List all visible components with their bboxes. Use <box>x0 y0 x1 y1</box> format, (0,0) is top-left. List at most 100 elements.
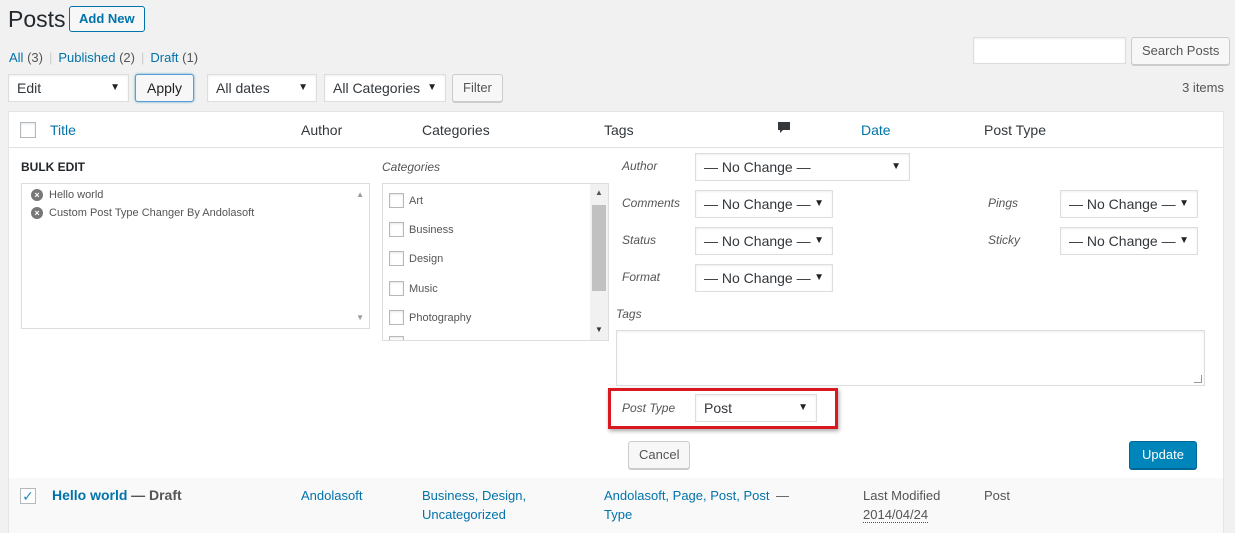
category-label: Business <box>409 223 454 236</box>
bulk-action-select[interactable]: Edit ▼ <box>8 74 129 102</box>
apply-button[interactable]: Apply <box>135 74 195 102</box>
comments-label: Comments <box>622 196 681 210</box>
comment-bubble-icon[interactable] <box>777 121 791 138</box>
categories-checklist: Art Business Design Music Photography ▲ … <box>382 183 609 341</box>
dates-filter-value: All dates <box>216 80 270 96</box>
category-checkbox[interactable] <box>389 281 404 296</box>
post-tags-cell: Andolasoft, Page, Post, Post Type <box>604 486 770 524</box>
column-date[interactable]: Date <box>861 122 891 138</box>
filter-draft-link[interactable]: Draft <box>150 50 178 65</box>
filter-published-link[interactable]: Published <box>58 50 115 65</box>
search-posts-button[interactable]: Search Posts <box>1131 37 1231 65</box>
pings-label: Pings <box>988 196 1019 210</box>
bulk-edit-panel: BULK EDIT × Hello world × Custom Post Ty… <box>9 148 1223 478</box>
post-type-value: Post <box>984 488 1011 503</box>
post-tags-line[interactable]: Andolasoft, Page, Post, Post <box>604 486 770 505</box>
bulk-titles-list: × Hello world × Custom Post Type Changer… <box>21 183 370 329</box>
post-categories-line[interactable]: Business, Design, <box>422 486 526 505</box>
format-select-value: — No Change — <box>704 270 811 286</box>
post-comments: — <box>776 488 789 503</box>
update-button[interactable]: Update <box>1129 441 1197 469</box>
status-filter-links: All (3) | Published (2) | Draft (1) <box>9 50 198 65</box>
category-label: Photography <box>409 311 472 324</box>
category-checkbox[interactable] <box>389 336 404 340</box>
category-item[interactable]: Design <box>389 251 443 266</box>
dropdown-arrow-icon: ▼ <box>814 235 824 246</box>
remove-icon[interactable]: × <box>31 189 43 201</box>
comments-select-value: — No Change — <box>704 196 811 212</box>
category-item[interactable]: Business <box>389 222 454 237</box>
dropdown-arrow-icon: ▼ <box>814 272 824 283</box>
post-type-select[interactable]: Post ▼ <box>695 394 817 422</box>
filter-draft-count: (1) <box>182 50 199 65</box>
pings-select[interactable]: — No Change — ▼ <box>1060 190 1198 218</box>
format-label: Format <box>622 270 661 284</box>
scroll-down-icon[interactable]: ▼ <box>595 325 603 334</box>
dropdown-arrow-icon: ▼ <box>798 402 808 413</box>
categories-scrollbar[interactable]: ▲ ▼ <box>590 184 608 340</box>
dropdown-arrow-icon: ▼ <box>891 161 901 172</box>
dropdown-arrow-icon: ▼ <box>1179 198 1189 209</box>
category-item[interactable]: Art <box>389 193 423 208</box>
column-title[interactable]: Title <box>50 122 76 138</box>
post-author-link[interactable]: Andolasoft <box>301 486 362 505</box>
post-state: — Draft <box>131 487 182 503</box>
tags-label: Tags <box>616 307 642 321</box>
sticky-select-value: — No Change — <box>1069 233 1176 249</box>
filter-all-link[interactable]: All <box>9 50 23 65</box>
category-item[interactable]: Photography <box>389 310 471 325</box>
sticky-label: Sticky <box>988 233 1021 247</box>
status-select-value: — No Change — <box>704 233 811 249</box>
list-item: × Hello world <box>31 189 103 201</box>
add-new-button[interactable]: Add New <box>69 6 145 32</box>
post-tags-line[interactable]: Type <box>604 505 770 524</box>
filter-separator: | <box>48 50 53 65</box>
cancel-button[interactable]: Cancel <box>628 441 691 469</box>
filter-all-count: (3) <box>27 50 43 65</box>
table-header: Title Author Categories Tags Date Post T… <box>9 112 1223 148</box>
category-checkbox[interactable] <box>389 310 404 325</box>
list-item: × Custom Post Type Changer By Andolasoft <box>31 207 254 219</box>
categories-filter-select[interactable]: All Categories ▼ <box>324 74 446 102</box>
dropdown-arrow-icon: ▼ <box>298 82 308 93</box>
category-checkbox[interactable] <box>389 251 404 266</box>
comments-select[interactable]: — No Change — ▼ <box>695 190 833 218</box>
filter-separator: | <box>140 50 145 65</box>
format-select[interactable]: — No Change — ▼ <box>695 264 833 292</box>
column-author: Author <box>301 122 343 138</box>
author-select[interactable]: — No Change — ▼ <box>695 153 910 181</box>
table-row: ✓ Hello world — Draft Andolasoft Busines… <box>9 478 1223 533</box>
filter-button[interactable]: Filter <box>452 74 503 102</box>
scrollbar-thumb[interactable] <box>592 205 606 291</box>
search-input[interactable] <box>973 37 1126 64</box>
bulk-action-value: Edit <box>17 80 42 96</box>
column-categories: Categories <box>422 122 490 138</box>
column-post-type: Post Type <box>984 122 1047 138</box>
post-date-cell: Last Modified 2014/04/24 <box>863 486 940 524</box>
post-categories-line[interactable]: Uncategorized <box>422 505 526 524</box>
post-date-value: 2014/04/24 <box>863 507 929 523</box>
category-item[interactable]: Music <box>389 281 438 296</box>
dates-filter-select[interactable]: All dates ▼ <box>207 74 317 102</box>
status-label: Status <box>622 233 657 247</box>
category-checkbox[interactable] <box>389 222 404 237</box>
scroll-up-icon[interactable]: ▲ <box>356 190 364 199</box>
row-checkbox[interactable]: ✓ <box>20 488 36 504</box>
author-label: Author <box>622 159 658 173</box>
category-checkbox[interactable] <box>389 193 404 208</box>
resize-handle-icon[interactable] <box>1194 375 1202 383</box>
tags-textarea[interactable] <box>616 330 1205 386</box>
select-all-checkbox[interactable] <box>20 122 36 138</box>
scroll-down-icon[interactable]: ▼ <box>356 313 364 322</box>
dropdown-arrow-icon: ▼ <box>110 82 120 93</box>
scroll-up-icon[interactable]: ▲ <box>595 188 603 197</box>
dropdown-arrow-icon: ▼ <box>427 82 437 93</box>
remove-icon[interactable]: × <box>31 207 43 219</box>
items-count: 3 items <box>1182 80 1224 95</box>
post-title-link[interactable]: Hello world <box>52 487 127 503</box>
status-select[interactable]: — No Change — ▼ <box>695 227 833 255</box>
bulk-title-text: Custom Post Type Changer By Andolasoft <box>49 207 255 219</box>
column-tags: Tags <box>604 122 634 138</box>
category-item[interactable] <box>389 336 404 340</box>
sticky-select[interactable]: — No Change — ▼ <box>1060 227 1198 255</box>
